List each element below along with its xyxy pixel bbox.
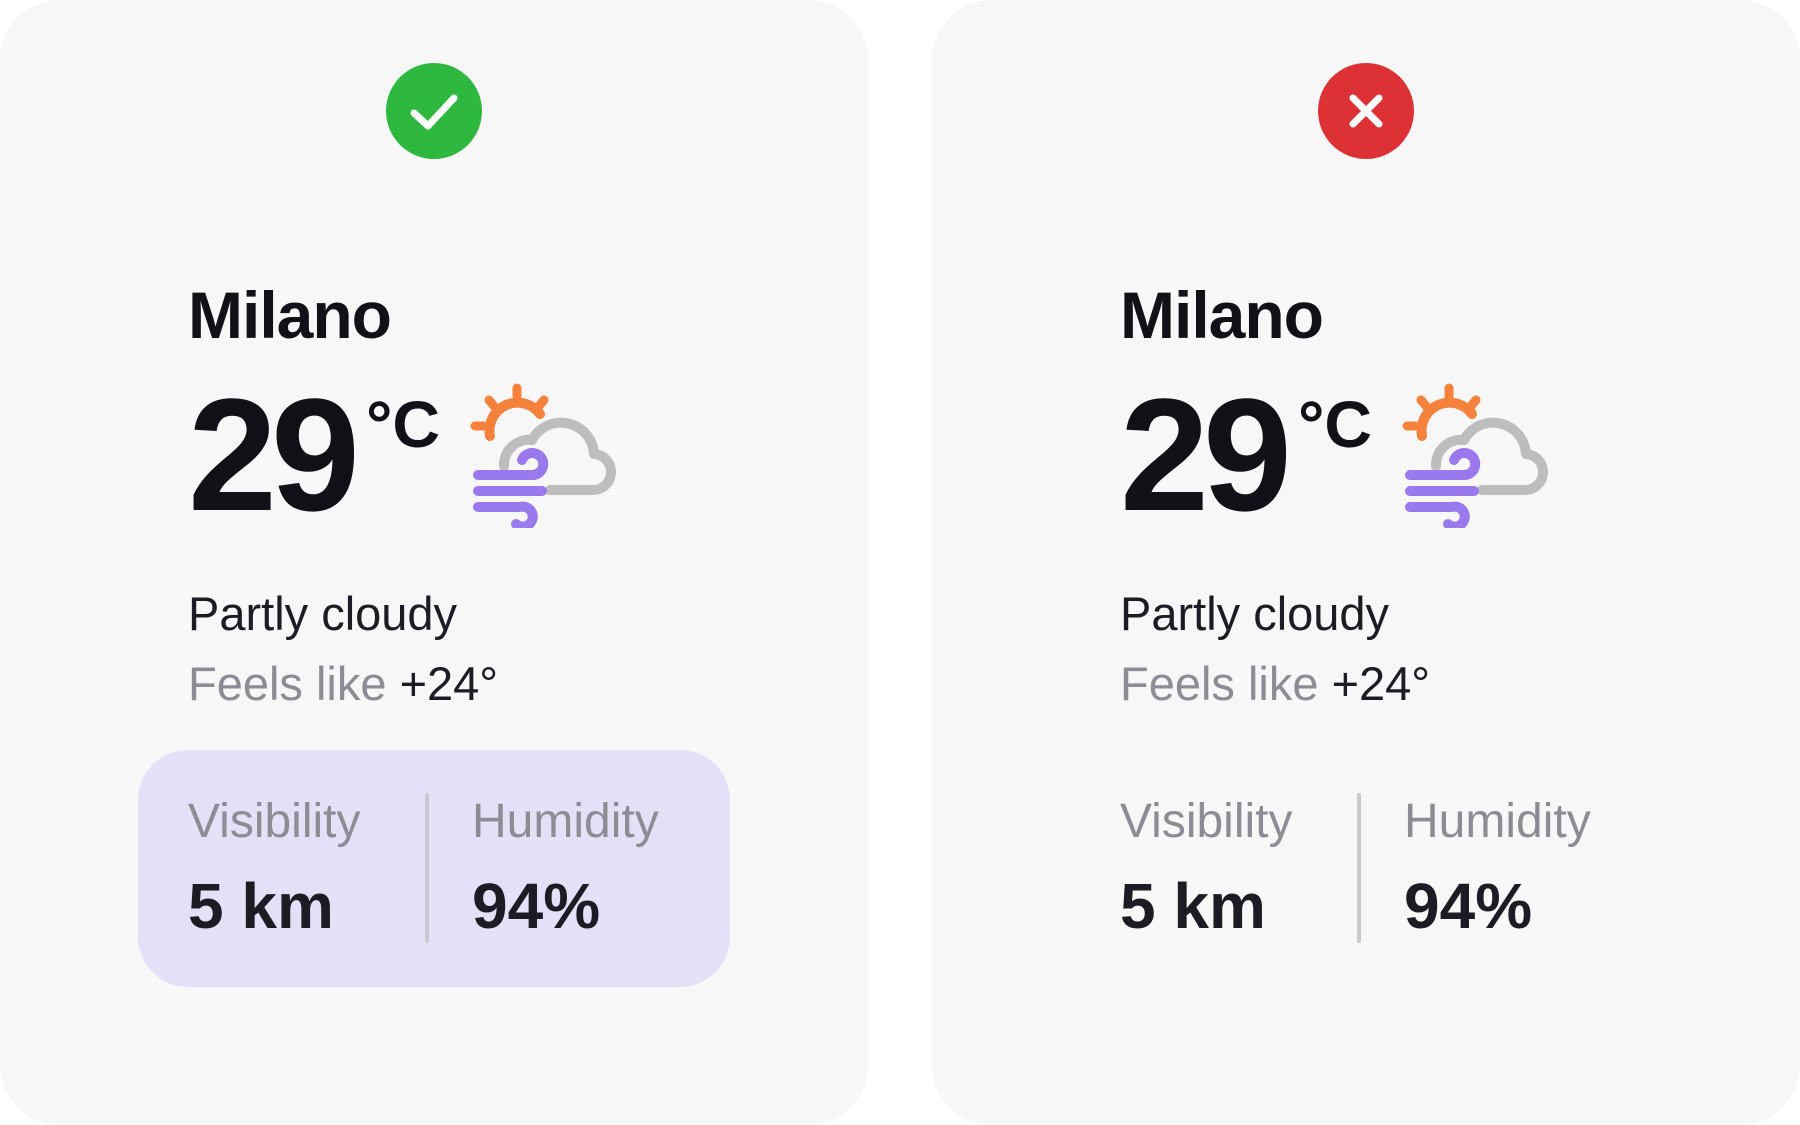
visibility-stat: Visibility 5 km [1120,795,1293,942]
feels-like: Feels like +24° [1120,660,1430,707]
temperature-row: 29 °C [188,375,648,535]
humidity-value: 94% [472,870,601,942]
cross-icon [1349,94,1383,128]
temperature-value: 29 [1120,365,1292,544]
feels-like-label: Feels like [188,657,387,710]
temperature-value: 29 [188,365,360,544]
feels-like: Feels like +24° [188,660,498,707]
humidity-value: 94% [1404,870,1533,942]
success-badge [386,63,482,159]
humidity-stat: Humidity 94% [472,795,659,942]
city-name: Milano [1120,278,1324,352]
visibility-value: 5 km [188,870,334,942]
temperature-unit: °C [1298,387,1373,461]
weather-card-correct: Milano 29 °C Partly cloudy Feels like +2… [0,0,868,1125]
partly-cloudy-windy-icon [470,383,617,528]
city-name: Milano [188,278,392,352]
visibility-stat: Visibility 5 km [188,795,361,942]
weather-condition: Partly cloudy [188,587,458,640]
weather-card-incorrect: Milano 29 °C Partly cloudy Feels like +2… [932,0,1800,1125]
error-badge [1318,63,1414,159]
stats-divider [1357,793,1361,943]
feels-like-label: Feels like [1120,657,1319,710]
visibility-label: Visibility [1120,795,1293,848]
checkmark-icon [410,94,458,130]
humidity-stat: Humidity 94% [1404,795,1591,942]
humidity-label: Humidity [1404,795,1591,848]
partly-cloudy-windy-icon [1402,383,1549,528]
visibility-value: 5 km [1120,870,1266,942]
temperature-unit: °C [366,387,441,461]
weather-condition: Partly cloudy [1120,587,1390,640]
temperature-row: 29 °C [1120,375,1580,535]
comparison-page: Milano 29 °C Partly cloudy Feels like +2… [0,0,1800,1125]
stats-divider [425,793,429,943]
feels-like-value: +24° [399,657,499,710]
visibility-label: Visibility [188,795,361,848]
humidity-label: Humidity [472,795,659,848]
feels-like-value: +24° [1331,657,1431,710]
